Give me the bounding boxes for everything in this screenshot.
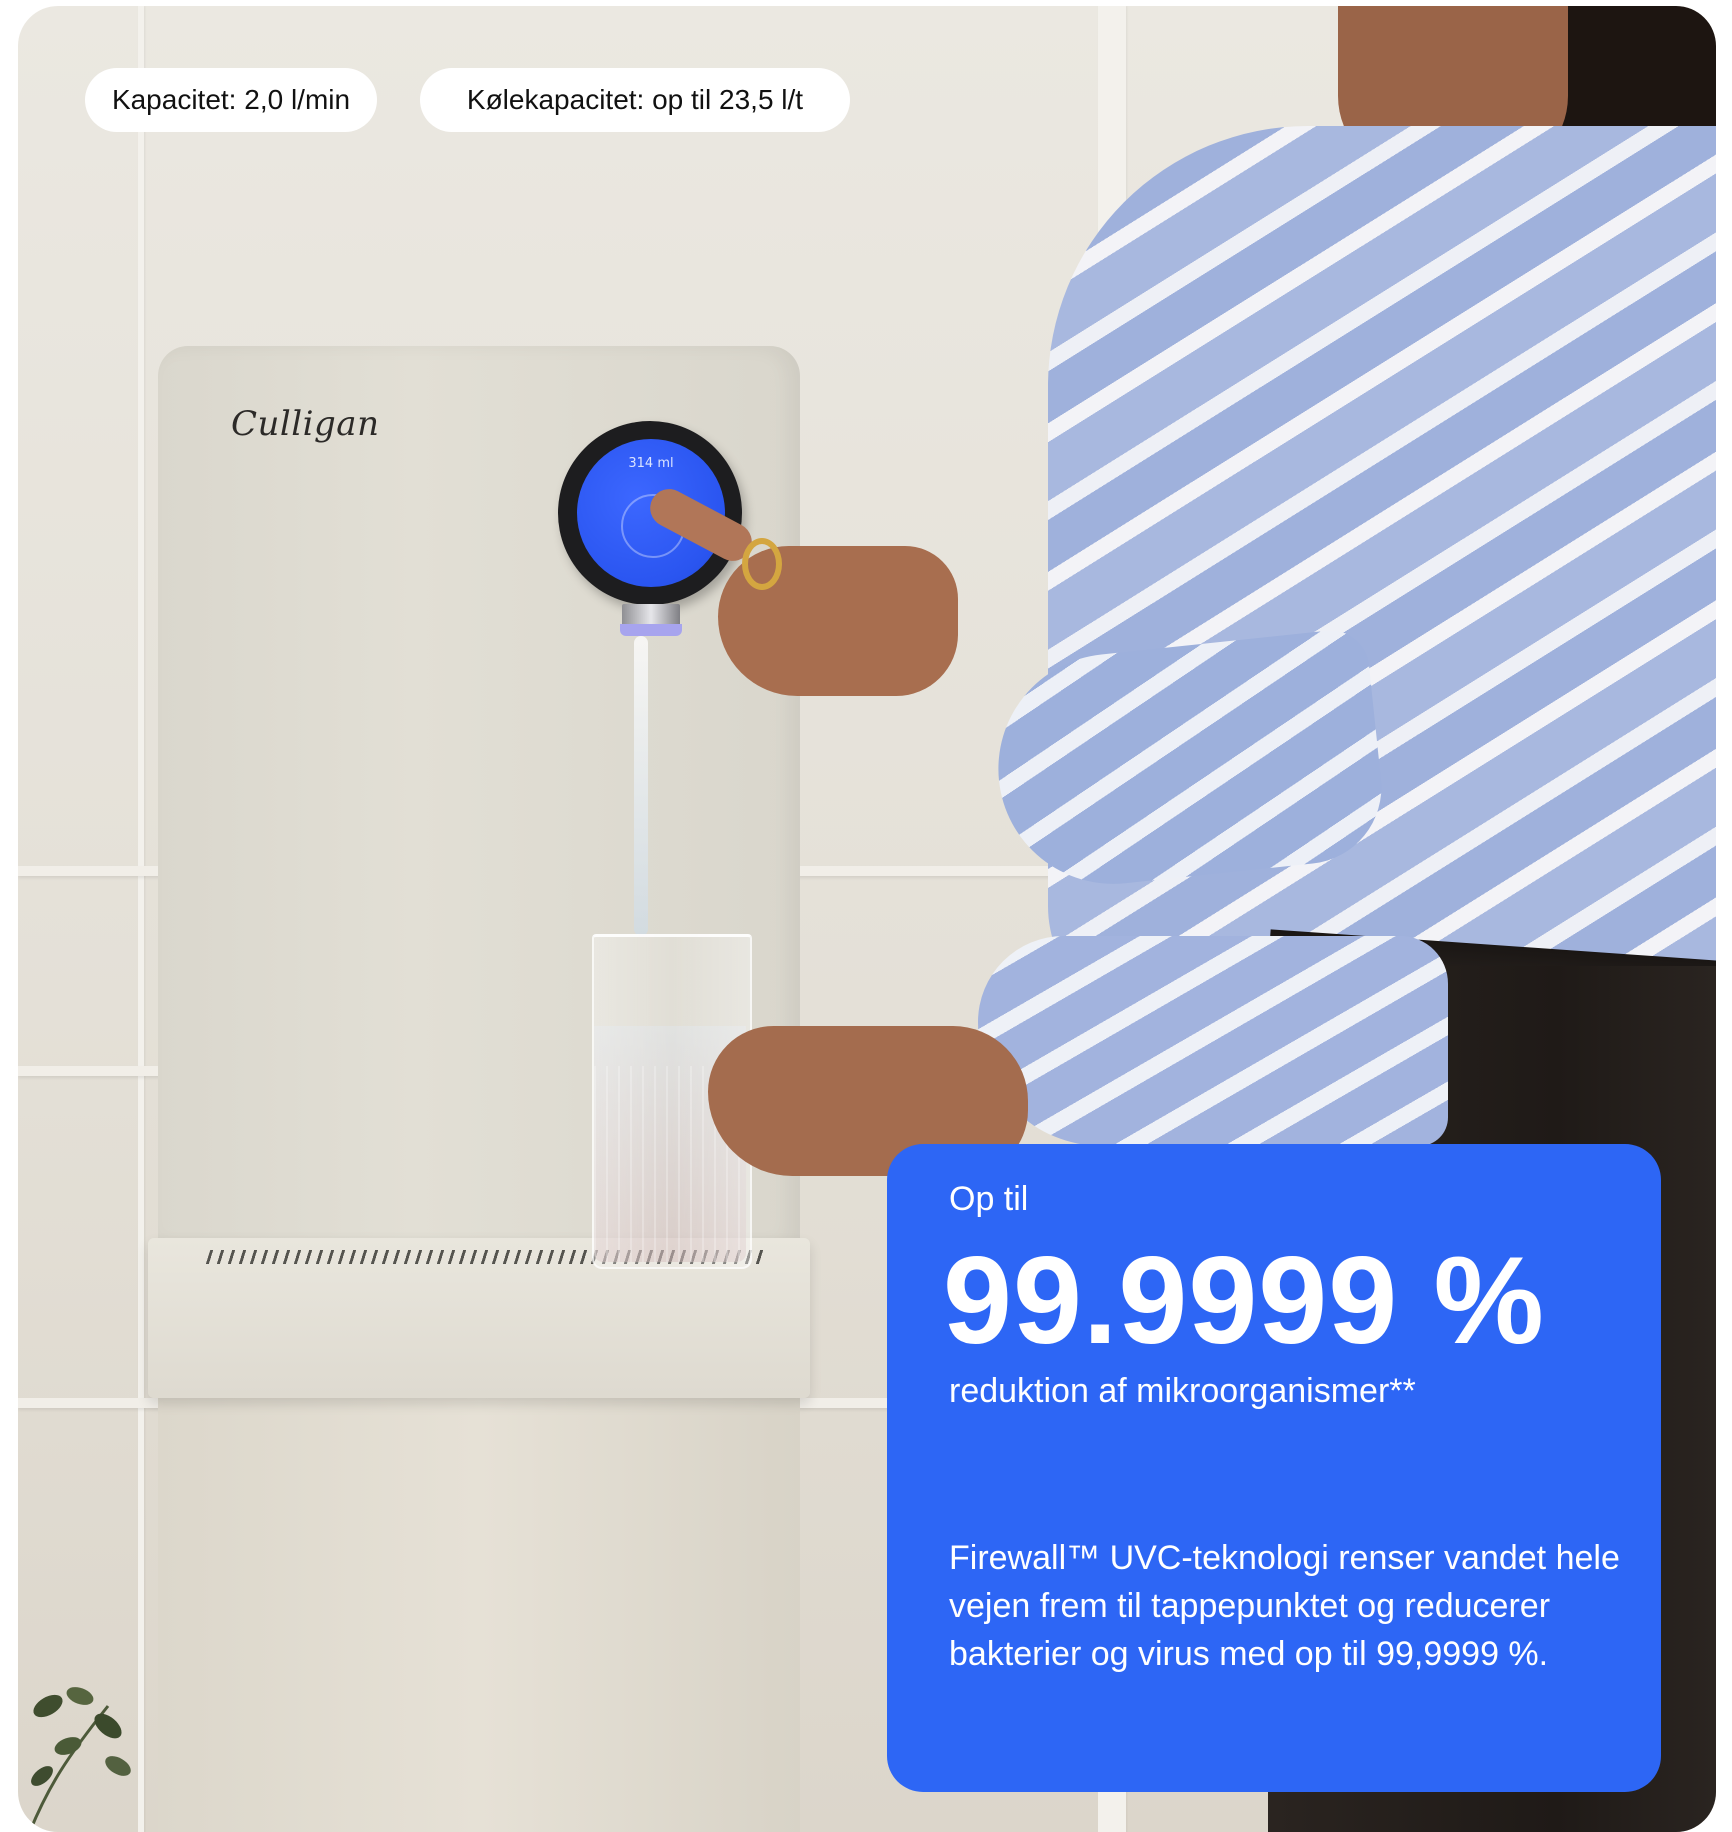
water-stream (634, 636, 648, 936)
highlight-body: Firewall™ UVC-teknologi renser vandet he… (949, 1539, 1620, 1673)
dial-volume-readout: 314 ml (628, 456, 674, 471)
striped-shirt (1048, 126, 1716, 1026)
gold-ring (742, 538, 782, 590)
highlight-caption: reduktion af mikroorganismer** (949, 1372, 1416, 1410)
plant-leaves (28, 1687, 131, 1832)
highlight-value: 99.9999 % (943, 1232, 1545, 1370)
brand-logo: Culligan (231, 404, 380, 444)
wall-panel-line (138, 6, 144, 1832)
shirt-sleeve-lower (978, 936, 1448, 1146)
spout-light (620, 624, 682, 636)
spec-pill-capacity: Kapacitet: 2,0 l/min (85, 68, 377, 132)
highlight-prefix: Op til (949, 1180, 1029, 1218)
highlight-card: Op til 99.9999 % reduktion af mikroorgan… (887, 1144, 1661, 1792)
spec-pill-cooling-capacity: Kølekapacitet: op til 23,5 l/t (420, 68, 850, 132)
